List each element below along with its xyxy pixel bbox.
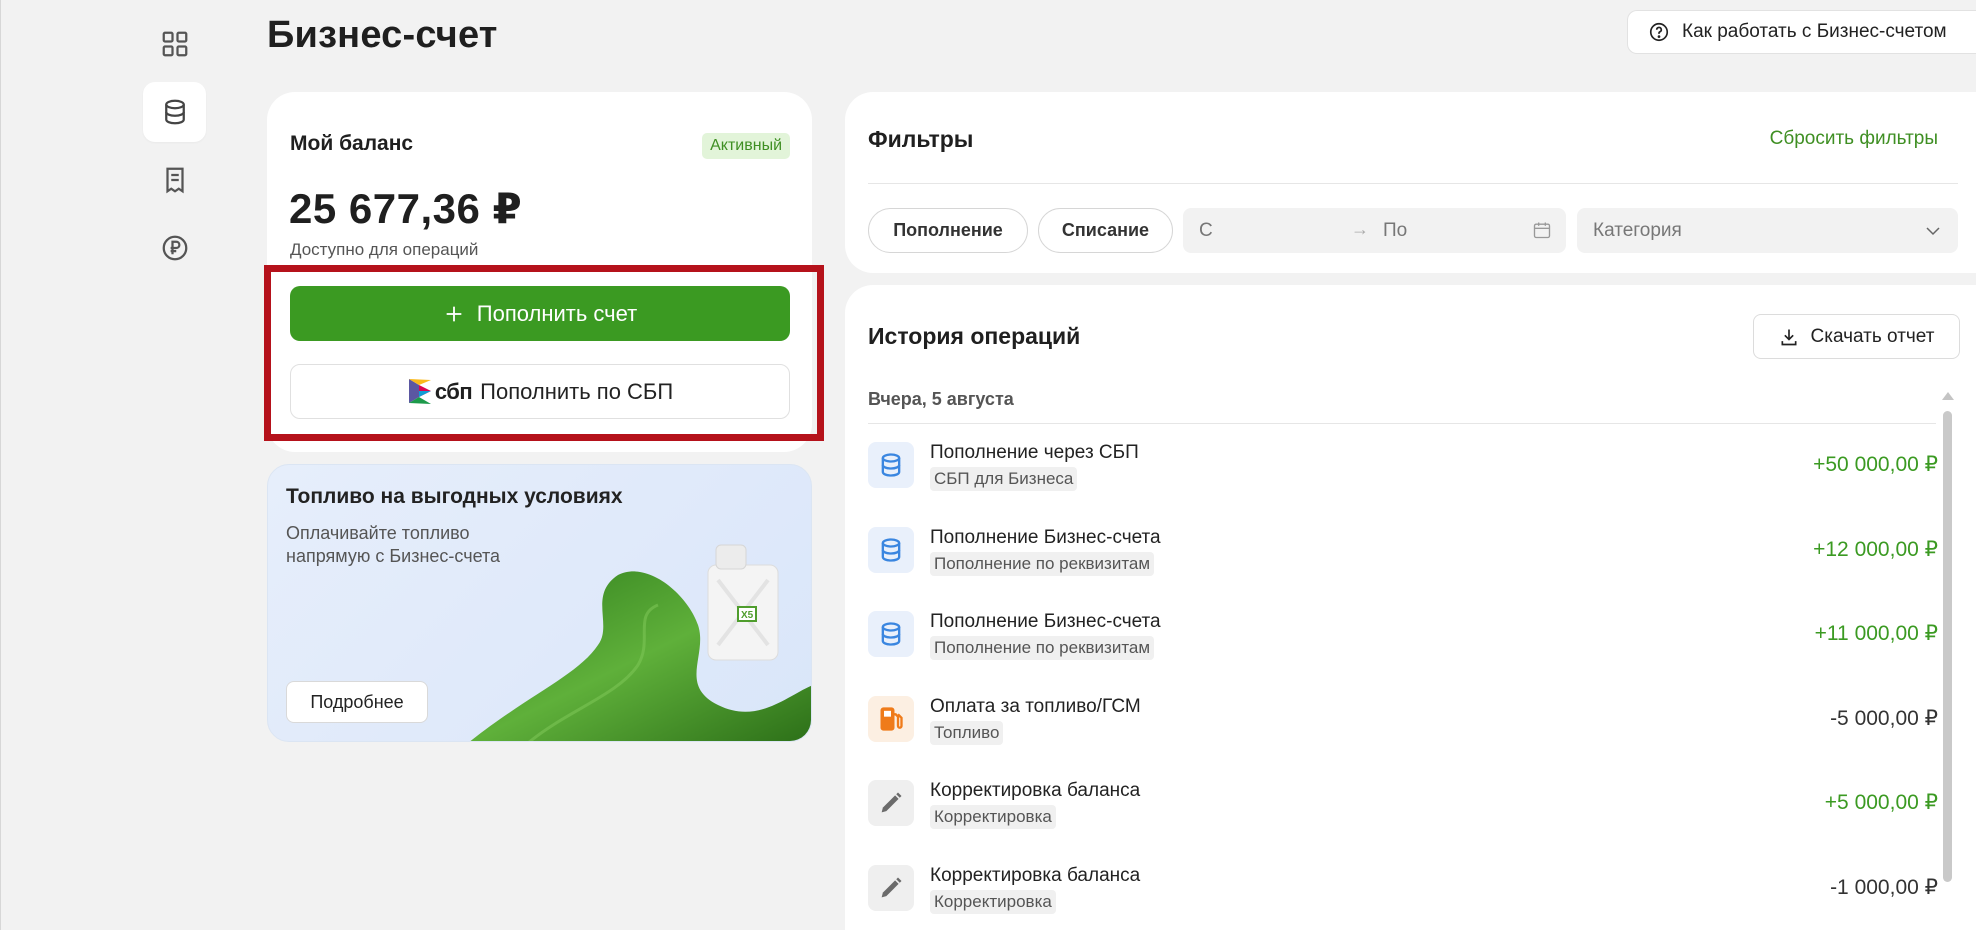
database-icon [881,453,901,477]
status-badge: Активный [702,133,790,159]
history-title: История операций [868,323,1081,349]
transaction-row[interactable]: Пополнение Бизнес-счета Пополнение по ре… [868,525,1938,610]
transaction-amount: +12 000,00 ₽ [1813,537,1938,561]
transaction-title: Корректировка баланса [930,780,1141,801]
balance-amount: 25 677,36 ₽ [289,185,523,232]
topup-sbp-button[interactable]: сбп Пополнить по СБП [290,364,790,419]
tx-icon-container [868,526,914,573]
download-button-label: Скачать отчет [1810,325,1935,347]
filters-title: Фильтры [868,126,974,152]
tx-icon-container [868,695,914,742]
transaction-row[interactable]: Корректировка баланса Корректировка -1 0… [868,863,1938,930]
help-button-label: Как работать с Бизнес-счетом [1682,21,1947,42]
divider [868,183,1958,184]
transaction-row[interactable]: Корректировка баланса Корректировка +5 0… [868,778,1938,863]
database-icon [881,537,901,562]
transaction-row[interactable]: Оплата за топливо/ГСМ Топливо -5 000,00 … [868,694,1938,779]
balance-label: Мой баланс [290,132,414,155]
date-range-picker[interactable]: С → По [1183,208,1566,253]
sbp-logo-icon [408,378,431,404]
fuel-pump-icon [880,706,903,731]
promo-title: Топливо на выгодных условиях [286,485,623,508]
sidebar-item-payments[interactable] [143,218,206,278]
reset-filters-link[interactable]: Сбросить фильтры [1770,128,1938,150]
sidebar-item-business-account[interactable] [143,82,206,142]
transaction-title: Пополнение Бизнес-счета [930,611,1161,632]
transaction-title: Пополнение Бизнес-счета [930,526,1161,548]
help-circle-icon [1649,22,1669,42]
transaction-row[interactable]: Пополнение Бизнес-счета Пополнение по ре… [868,609,1938,694]
topup-account-button[interactable]: Пополнить счет [290,286,790,341]
fuel-canister-illustration: X5 [470,544,811,741]
promo-more-button[interactable]: Подробнее [286,681,428,723]
page-title: Бизнес-счет [267,14,498,56]
date-to-field[interactable]: По [1383,220,1407,242]
help-button[interactable]: Как работать с Бизнес-счетом [1627,10,1976,54]
scrollbar-thumb[interactable] [1943,411,1952,882]
sbp-logo-text: сбп [434,378,473,404]
sidebar-item-dashboard[interactable] [143,14,206,74]
transaction-amount: +5 000,00 ₽ [1824,791,1938,814]
database-icon [881,622,901,646]
tx-icon-container [868,611,914,657]
download-report-button[interactable]: Скачать отчет [1753,314,1960,359]
ruble-icon [162,235,187,261]
transaction-amount: -5 000,00 ₽ [1830,706,1938,730]
arrow-right-icon: → [1351,219,1369,239]
chevron-down-icon [1926,227,1940,236]
sidebar [143,14,207,286]
filters-panel: Фильтры Сбросить фильтры Пополнение Спис… [845,92,1976,273]
scroll-up-arrow[interactable] [1942,392,1954,400]
dashboard-icon [162,31,187,57]
download-icon [1781,329,1797,345]
receipt-icon [165,167,184,194]
sbp-logo: сбп [407,377,473,407]
transaction-row[interactable]: Пополнение через СБП СБП для Бизнеса +50… [868,440,1938,525]
transaction-category-tag: Корректировка [930,889,1056,914]
operations-history: История операций Скачать отчет Вчера, 5 … [845,285,1976,930]
fuel-promo-card: Топливо на выгодных условиях Оплачивайте… [267,464,812,742]
filter-chip-topup[interactable]: Пополнение [868,208,1028,253]
transaction-category-tag: Корректировка [930,805,1056,829]
balance-card: Мой баланс Активный 25 677,36 ₽ Доступно… [264,92,824,452]
divider [868,423,1936,424]
window-edge [0,0,1,930]
transaction-title: Пополнение через СБП [930,442,1139,463]
transaction-title: Корректировка баланса [930,864,1141,886]
balance-subtitle: Доступно для операций [290,240,479,259]
topup-button-label: Пополнить счет [476,300,638,326]
transaction-category-tag: Пополнение по реквизитам [930,636,1155,660]
category-select[interactable]: Категория [1577,208,1958,253]
transaction-amount: +50 000,00 ₽ [1813,453,1938,476]
transaction-category-tag: Пополнение по реквизитам [930,551,1155,576]
tx-icon-container [868,864,914,911]
calendar-icon[interactable] [1532,220,1552,240]
transaction-category-tag: Топливо [930,720,1004,745]
database-icon [164,99,185,125]
plus-icon [446,306,462,321]
filter-chip-writeoff[interactable]: Списание [1038,208,1173,253]
sidebar-item-documents[interactable] [143,150,206,210]
transaction-amount: -1 000,00 ₽ [1830,875,1938,899]
date-group-header: Вчера, 5 августа [868,389,1014,409]
transaction-category-tag: СБП для Бизнеса [930,467,1078,491]
transaction-list: Пополнение через СБП СБП для Бизнеса +50… [868,440,1938,930]
transaction-amount: +11 000,00 ₽ [1814,622,1938,645]
sbp-button-label: Пополнить по СБП [480,378,674,404]
category-select-label: Категория [1593,220,1682,241]
canister-mark-x5: X5 [741,610,754,621]
transaction-title: Оплата за топливо/ГСМ [930,695,1141,717]
pencil-icon [881,877,902,897]
date-from-field[interactable]: С [1199,220,1213,242]
tx-icon-container [868,442,914,488]
pencil-icon [881,792,902,813]
tx-icon-container [868,780,914,826]
